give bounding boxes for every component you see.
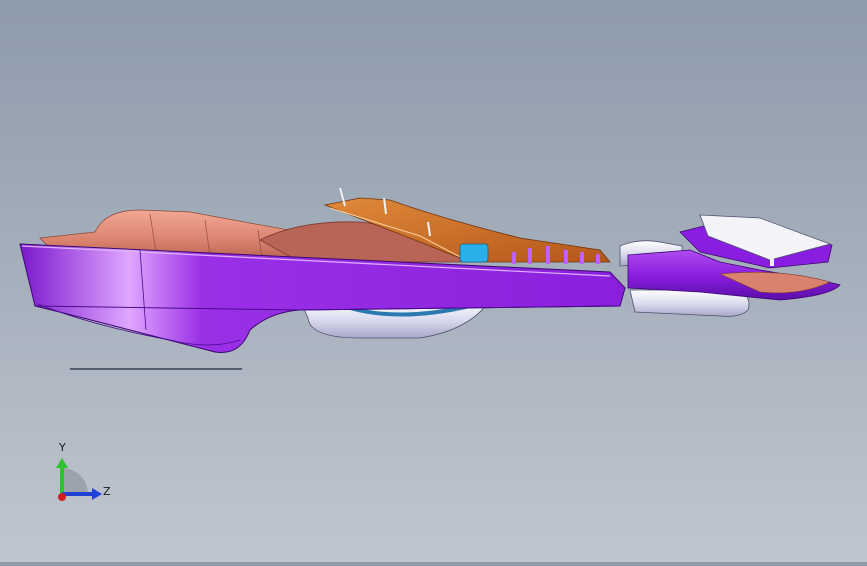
triad-z-label: Z	[103, 485, 111, 498]
x-axis-icon	[58, 493, 66, 501]
nose-assembly[interactable]	[619, 214, 841, 317]
triad-y-label: Y	[59, 441, 66, 454]
blue-component[interactable]	[459, 243, 489, 263]
reference-triad	[56, 458, 102, 501]
graphics-viewport[interactable]: Y Z	[0, 0, 867, 562]
